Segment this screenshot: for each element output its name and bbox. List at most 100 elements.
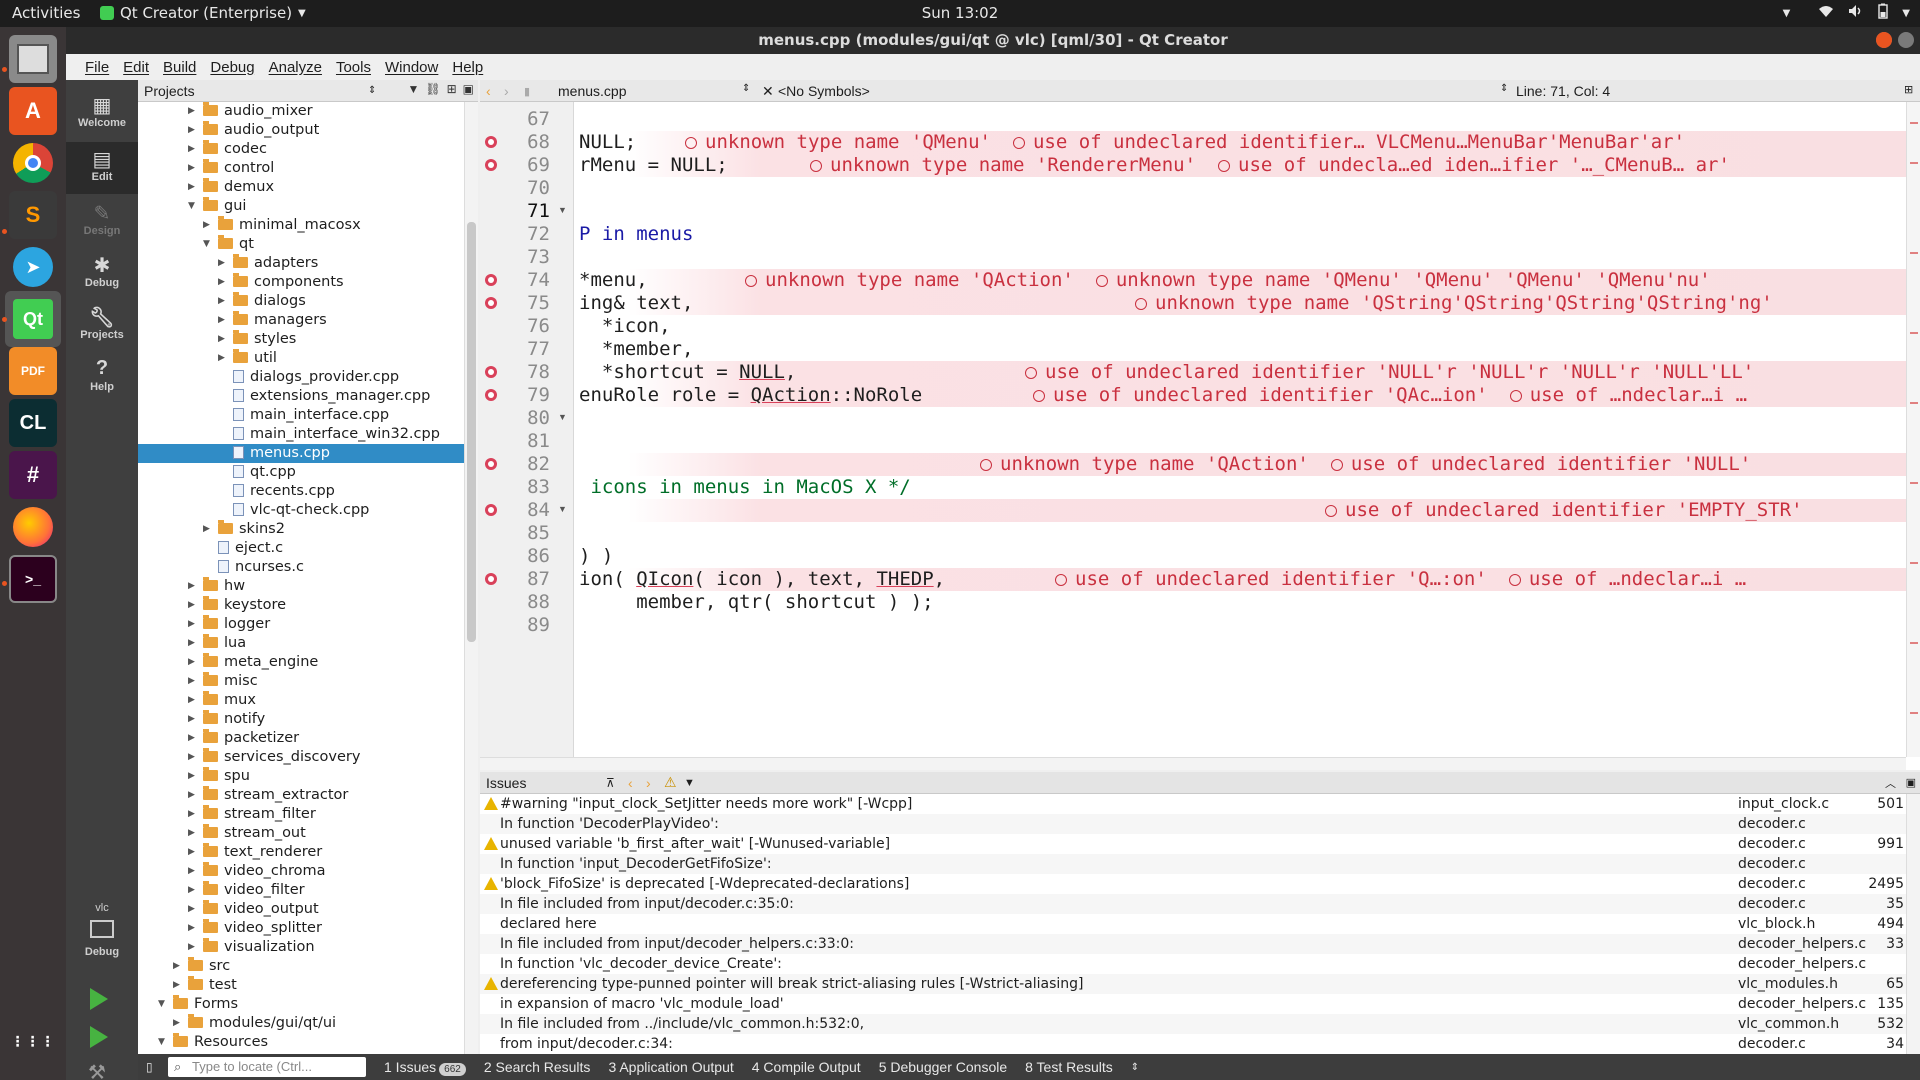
caret-right-icon[interactable]: ▶ [188,729,195,748]
filter-icon[interactable]: ▼ [407,82,419,96]
wifi-icon[interactable] [1818,4,1834,22]
tree-folder[interactable]: ▶ modules/gui/qt/ui [138,1014,464,1033]
mode-debug[interactable]: ✱ Debug [66,248,138,300]
diagnostic-message[interactable]: unknown type name 'QMenu' [685,131,991,154]
caret-right-icon[interactable]: ▶ [188,938,195,957]
tree-folder[interactable]: ▼ gui [138,197,464,216]
diagnostic-message[interactable]: unknown type name 'QAction' [745,269,1074,292]
code-line[interactable]: member, qtr( shortcut ) ); [575,591,1906,614]
tree-folder[interactable]: ▶ managers [138,311,464,330]
code-line[interactable] [575,177,1906,200]
caret-right-icon[interactable]: ▶ [188,767,195,786]
caret-right-icon[interactable]: ▶ [188,710,195,729]
issues-list[interactable]: #warning "input_clock_SetJitter needs mo… [480,794,1920,1054]
mode-welcome[interactable]: ▦ Welcome [66,88,138,140]
code-line[interactable]: use of undeclared identifier 'EMPTY_STR' [575,499,1906,522]
caret-right-icon[interactable]: ▶ [203,216,210,235]
tree-file[interactable]: eject.c [138,539,464,558]
tree-folder[interactable]: ▼ Resources [138,1033,464,1052]
line-number-gutter[interactable]: 67 68 69 70 71 ▼ 72 73 74 75 76 77 78 79 80 ▼ 81 82 83 84 ▼ 8… [480,102,574,757]
caret-right-icon[interactable]: ▶ [188,824,195,843]
caret-right-icon[interactable]: ▶ [188,653,195,672]
error-marker-icon[interactable] [485,136,497,148]
caret-right-icon[interactable]: ▶ [188,615,195,634]
tree-folder[interactable]: ▶ dialogs [138,292,464,311]
diagnostic-annotations[interactable]: unknown type name 'QAction' unknown type … [745,269,1733,292]
warning-filter-icon[interactable]: ⚠ [664,774,677,791]
tree-folder[interactable]: ▶ adapters [138,254,464,273]
file-tab[interactable]: menus.cpp [558,83,626,99]
issue-row[interactable]: in expansion of macro 'vlc_module_load' d… [480,994,1920,1014]
error-marker-icon[interactable] [485,274,497,286]
code-line[interactable]: NULL; unknown type name 'QMenu' use of und… [575,131,1906,154]
more-tabs-icon[interactable]: ⇕ [1131,1062,1139,1073]
caret-right-icon[interactable]: ▶ [188,121,195,140]
diagnostic-annotations[interactable]: use of undeclared identifier 'EMPTY_STR' [1325,499,1825,522]
tab-application-output[interactable]: 3 Application Output [608,1059,733,1075]
issue-row[interactable]: from input/decoder.c:34: decoder.c 34 [480,1034,1920,1054]
close-button[interactable] [1876,32,1892,48]
caret-right-icon[interactable]: ▶ [173,976,180,995]
issue-row[interactable]: In function 'DecoderPlayVideo': decoder.c [480,814,1920,834]
tree-folder[interactable]: ▶ meta_engine [138,653,464,672]
back-arrow-icon[interactable]: ‹ [486,83,491,99]
caret-right-icon[interactable]: ▶ [188,102,195,121]
project-tree[interactable]: ▶ audio_mixer ▶ audio_output ▶ codec ▶ control ▶… [138,102,464,1058]
code-line[interactable]: *icon, [575,315,1906,338]
tree-file[interactable]: main_interface.cpp [138,406,464,425]
diagnostic-message[interactable]: use of undecla…ed iden…ifier '…_CMenuB… … [1218,154,1730,177]
caret-right-icon[interactable]: ▶ [173,1014,180,1033]
tree-folder[interactable]: ▶ video_splitter [138,919,464,938]
code-line[interactable]: unknown type name 'QAction' use of undecl… [575,453,1906,476]
slack-icon[interactable]: # [9,451,57,499]
code-line[interactable] [575,407,1906,430]
close-document-icon[interactable]: ✕ [762,83,774,100]
diagnostic-message[interactable]: use of …ndeclar…i … [1510,384,1747,407]
tree-folder[interactable]: ▶ components [138,273,464,292]
chevron-down-icon[interactable]: ▼ [1783,8,1791,19]
caret-right-icon[interactable]: ▶ [218,349,225,368]
window-titlebar[interactable]: menus.cpp (modules/gui/qt @ vlc) [qml/30… [66,27,1920,54]
issue-row[interactable]: In file included from input/decoder.c:35… [480,894,1920,914]
caret-right-icon[interactable]: ▶ [188,140,195,159]
code-line[interactable]: rMenu = NULL; unknown type name 'Renderer… [575,154,1906,177]
code-line[interactable] [575,108,1906,131]
updown-icon[interactable]: ⇕ [1500,83,1508,94]
clear-icon[interactable]: ⊼ [606,776,615,790]
error-marker-icon[interactable] [485,573,497,585]
code-line[interactable] [575,430,1906,453]
tree-folder[interactable]: ▶ packetizer [138,729,464,748]
diagnostic-annotations[interactable]: unknown type name 'RendererMenu' use of u… [810,154,1752,177]
issue-row[interactable]: In function 'vlc_decoder_device_Create':… [480,954,1920,974]
activities-button[interactable]: Activities [12,4,80,22]
diagnostic-message[interactable]: unknown type name 'QString'QString'QStri… [1135,292,1773,315]
caret-right-icon[interactable]: ▶ [188,178,195,197]
app-menu[interactable]: Qt Creator (Enterprise) ▼ [100,4,306,22]
diagnostic-message[interactable]: use of …ndeclar…i … [1509,568,1746,591]
editor-scrollbar[interactable] [1906,102,1920,757]
show-applications-icon[interactable]: ⋮⋮⋮ [9,1017,57,1065]
caret-right-icon[interactable]: ▶ [188,900,195,919]
caret-right-icon[interactable]: ▶ [218,330,225,349]
code-line[interactable]: enuRole role = QAction::NoRole use of und… [575,384,1906,407]
tree-file[interactable]: dialogs_provider.cpp [138,368,464,387]
tree-file[interactable]: main_interface_win32.cpp [138,425,464,444]
tree-folder[interactable]: ▶ spu [138,767,464,786]
pdf-viewer-icon[interactable]: PDF [9,347,57,395]
maximize-button[interactable] [1898,32,1914,48]
tree-folder[interactable]: ▶ video_filter [138,881,464,900]
chrome-icon[interactable] [9,139,57,187]
tab-test-results[interactable]: 8 Test Results [1025,1059,1113,1075]
caret-right-icon[interactable]: ▶ [203,520,210,539]
scroll-thumb[interactable] [467,222,476,642]
fold-marker-icon[interactable]: ▼ [558,205,567,215]
build-hammer-icon[interactable]: ⚒ [88,1060,106,1080]
code-line[interactable]: ion( QIcon( icon ), text, THEDP, use of u… [575,568,1906,591]
tree-folder[interactable]: ▶ control [138,159,464,178]
previous-icon[interactable]: ‹ [628,775,633,791]
tab-debugger-console[interactable]: 5 Debugger Console [879,1059,1007,1075]
tree-folder[interactable]: ▶ test [138,976,464,995]
caret-right-icon[interactable]: ▶ [188,862,195,881]
diagnostic-annotations[interactable]: unknown type name 'QAction' use of undecl… [980,453,1773,476]
error-marker-icon[interactable] [485,366,497,378]
